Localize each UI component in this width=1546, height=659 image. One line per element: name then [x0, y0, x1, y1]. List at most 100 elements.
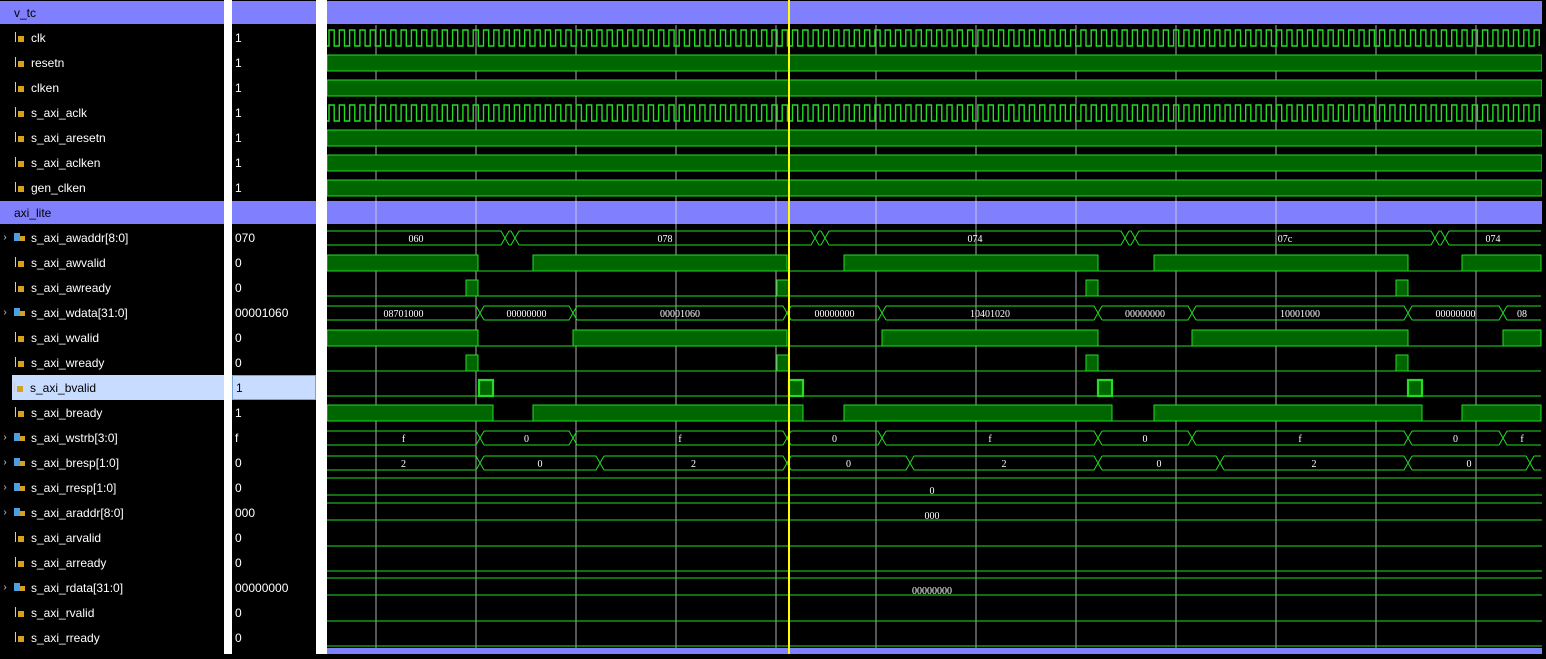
signal-row[interactable]: gen_clken	[0, 175, 224, 200]
expand-chevron-icon[interactable]: ›	[0, 307, 10, 318]
signal-name: s_axi_rvalid	[31, 605, 95, 620]
bus-value-label: f	[1520, 434, 1524, 445]
scalar-signal-icon	[13, 156, 27, 170]
signal-value-text: 1	[235, 130, 242, 145]
signal-row[interactable]: s_axi_aclk	[0, 100, 224, 125]
signal-row[interactable]: s_axi_awready	[0, 275, 224, 300]
signal-name: s_axi_wdata[31:0]	[31, 305, 128, 320]
signal-value[interactable]: 1	[232, 400, 316, 425]
high-segment	[326, 329, 479, 347]
high-segment	[465, 279, 479, 297]
signal-value[interactable]: 000	[232, 500, 316, 525]
high-segment	[843, 404, 1113, 422]
expand-chevron-icon[interactable]: ›	[0, 507, 10, 518]
bus-signal-icon	[13, 306, 27, 320]
signal-row[interactable]: clken	[0, 75, 224, 100]
bus-value-label: f	[678, 434, 682, 445]
bus-value-label: 0	[930, 486, 935, 497]
signal-row[interactable]: s_axi_aclken	[0, 150, 224, 175]
signal-value[interactable]: 0	[232, 250, 316, 275]
high-wave	[326, 179, 1543, 197]
signal-row[interactable]: s_axi_awvalid	[0, 250, 224, 275]
scalar-signal-icon	[13, 56, 27, 70]
waveform-panel[interactable]: 060 078 074 07c 074 08701000 00000000 00001060 0…	[326, 0, 1543, 654]
signal-value-text: 00001060	[235, 305, 289, 320]
high-segment	[787, 378, 805, 398]
signal-row[interactable]: › s_axi_bresp[1:0]	[0, 450, 224, 475]
signal-row[interactable]: s_axi_rready	[0, 625, 224, 650]
signal-value[interactable]: 1	[232, 25, 316, 50]
signal-row[interactable]: › s_axi_wdata[31:0]	[0, 300, 224, 325]
signal-value[interactable]: f	[232, 425, 316, 450]
bus-value-label: 2	[401, 459, 406, 470]
signal-row[interactable]: › s_axi_rresp[1:0]	[0, 475, 224, 500]
signal-value[interactable]: 1	[232, 50, 316, 75]
high-segment	[572, 329, 788, 347]
signal-value[interactable]: 070	[232, 225, 316, 250]
signal-row[interactable]: s_axi_wvalid	[0, 325, 224, 350]
bus-value-label: 08	[1517, 309, 1527, 320]
signal-value[interactable]: 1	[232, 175, 316, 200]
signal-value[interactable]: 0	[232, 275, 316, 300]
bus-value-label: 074	[968, 234, 983, 245]
high-segment	[843, 254, 1099, 272]
bus-value-label: 2	[691, 459, 696, 470]
signal-value[interactable]: 0	[232, 600, 316, 625]
signal-value-text: 1	[236, 380, 243, 395]
signal-value[interactable]: 0	[232, 350, 316, 375]
bus-value-label: 2	[1002, 459, 1007, 470]
signal-row[interactable]: › s_axi_wstrb[3:0]	[0, 425, 224, 450]
scalar-signal-icon	[12, 381, 26, 395]
signal-row[interactable]: › s_axi_rdata[31:0]	[0, 575, 224, 600]
signal-row[interactable]: s_axi_bvalid	[12, 375, 224, 400]
signal-row[interactable]: clk	[0, 25, 224, 50]
signal-row[interactable]: s_axi_rvalid	[0, 600, 224, 625]
panel-divider[interactable]	[316, 0, 327, 654]
signal-row[interactable]: s_axi_wready	[0, 350, 224, 375]
signal-value[interactable]: 0	[232, 325, 316, 350]
signal-value[interactable]: 1	[232, 125, 316, 150]
signal-value-text: 1	[235, 55, 242, 70]
high-segment	[1096, 378, 1114, 398]
bus-value-label: 00000000	[815, 309, 855, 320]
signal-value[interactable]: 00000000	[232, 575, 316, 600]
group-row-top[interactable]: v_tc	[0, 1, 224, 24]
expand-chevron-icon[interactable]: ›	[0, 482, 10, 493]
signal-row[interactable]: s_axi_arvalid	[0, 525, 224, 550]
signal-value[interactable]: 0	[232, 450, 316, 475]
expand-chevron-icon[interactable]: ›	[0, 582, 10, 593]
panel-divider[interactable]	[224, 0, 232, 654]
signal-value-text: 0	[235, 630, 242, 645]
expand-chevron-icon[interactable]: ›	[0, 232, 10, 243]
signal-row[interactable]: › s_axi_awaddr[8:0]	[0, 225, 224, 250]
signal-row[interactable]: s_axi_bready	[0, 400, 224, 425]
signal-value[interactable]: 00001060	[232, 300, 316, 325]
signal-value[interactable]: 0	[232, 550, 316, 575]
expand-chevron-icon[interactable]: ›	[0, 457, 10, 468]
signal-value[interactable]: 1	[232, 75, 316, 100]
signal-value-text: 00000000	[235, 580, 289, 595]
waveform-canvas[interactable]: 060 078 074 07c 07408701000 00000000 00001060 0…	[326, 0, 1543, 654]
signal-value[interactable]: 0	[232, 475, 316, 500]
scalar-signal-icon	[13, 556, 27, 570]
scalar-signal-icon	[13, 281, 27, 295]
group-row-sub[interactable]: axi_lite	[0, 201, 224, 224]
bus-value-label: f	[988, 434, 992, 445]
signal-value[interactable]: 0	[232, 625, 316, 650]
high-segment	[776, 279, 790, 297]
signal-row[interactable]: s_axi_aresetn	[0, 125, 224, 150]
signal-value[interactable]: 1	[232, 100, 316, 125]
signal-value[interactable]: 1	[232, 150, 316, 175]
expand-chevron-icon[interactable]: ›	[0, 432, 10, 443]
signal-value-text: f	[235, 430, 239, 445]
signal-value[interactable]: 1	[232, 375, 316, 400]
group-wave-band	[327, 201, 1542, 224]
bus-signal-icon	[13, 456, 27, 470]
signal-row[interactable]: s_axi_arready	[0, 550, 224, 575]
signal-row[interactable]: › s_axi_araddr[8:0]	[0, 500, 224, 525]
signal-row[interactable]: resetn	[0, 50, 224, 75]
high-segment	[1085, 279, 1099, 297]
group-value-top	[232, 1, 316, 24]
scalar-signal-icon	[13, 631, 27, 645]
signal-value[interactable]: 0	[232, 525, 316, 550]
